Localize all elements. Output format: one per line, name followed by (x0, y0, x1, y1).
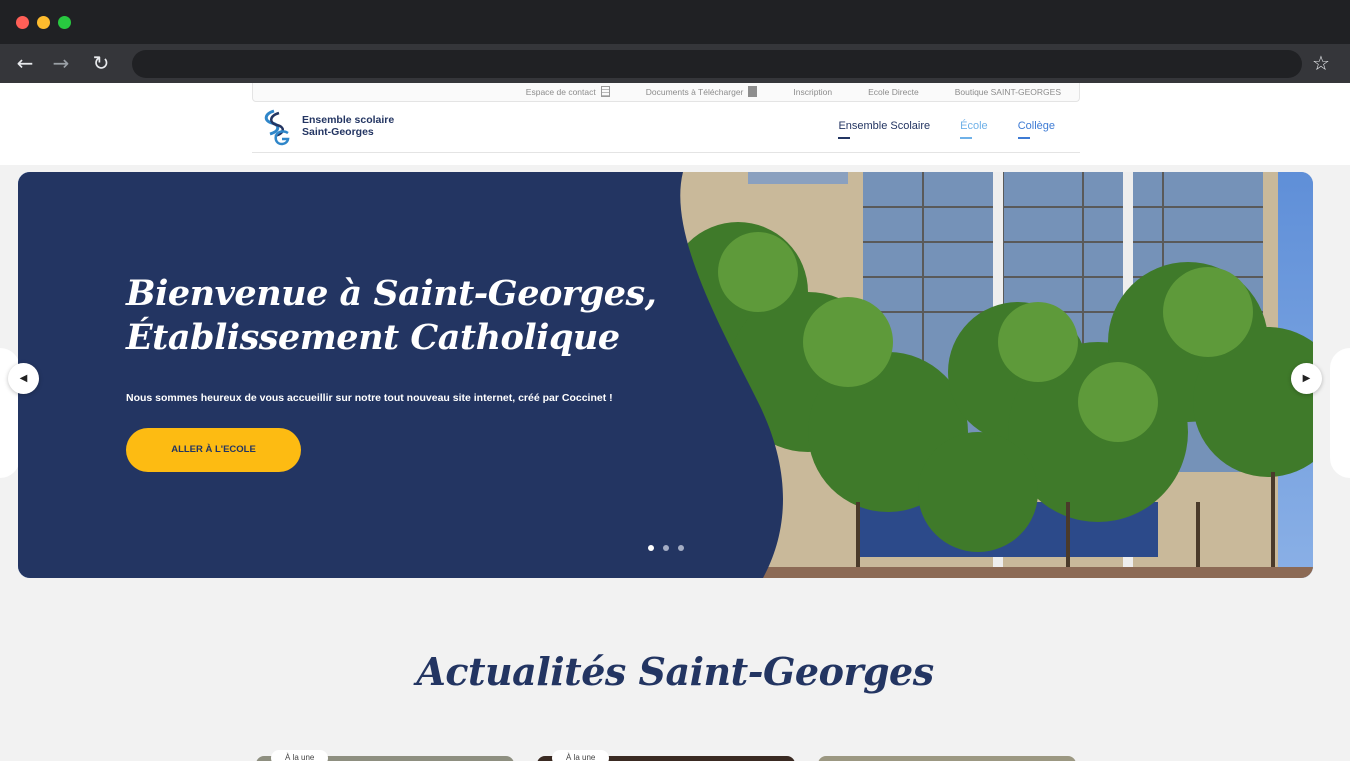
news-card-3[interactable] (818, 756, 1076, 761)
forward-arrow-icon[interactable]: → (50, 52, 72, 74)
news-section-title: Actualités Saint-Georges (416, 649, 934, 694)
nav-item-ensemble-scolaire[interactable]: Ensemble Scolaire (838, 120, 930, 139)
utility-bar: Espace de contact Documents à Télécharge… (252, 83, 1080, 102)
browser-chrome: ← → ↻ ☆ (0, 0, 1350, 83)
address-bar[interactable] (132, 50, 1302, 78)
hero-subtitle: Nous sommes heureux de vous accueillir s… (126, 392, 613, 404)
go-to-school-button[interactable]: ALLER À L'ECOLE (126, 428, 301, 472)
utility-link-inscription[interactable]: Inscription (793, 86, 832, 97)
maximize-window-icon[interactable] (58, 16, 71, 29)
utility-link-ecole-directe[interactable]: Ecole Directe (868, 86, 919, 97)
minimize-window-icon[interactable] (37, 16, 50, 29)
utility-links: Espace de contact Documents à Télécharge… (526, 86, 1061, 97)
main-nav: Ensemble Scolaire École Collège (838, 120, 1055, 139)
bookmark-star-icon[interactable]: ☆ (1312, 52, 1330, 74)
reload-icon[interactable]: ↻ (90, 52, 112, 74)
building-icon (600, 86, 610, 97)
caret-left-icon: ◀ (19, 373, 28, 384)
right-decor-shape (1330, 348, 1350, 478)
caret-right-icon: ▶ (1302, 373, 1311, 384)
utility-link-boutique[interactable]: Boutique SAINT-GEORGES (955, 86, 1061, 97)
download-icon (748, 86, 758, 97)
hero-title: Bienvenue à Saint-Georges, Établissement… (126, 273, 657, 358)
school-logo-icon[interactable] (260, 109, 292, 147)
close-window-icon[interactable] (16, 16, 29, 29)
slide-dot-3[interactable] (678, 545, 684, 551)
slider-pagination (648, 545, 684, 551)
brand-name[interactable]: Ensemble scolaire Saint-Georges (302, 114, 394, 138)
main-navbar: Ensemble scolaire Saint-Georges Ensemble… (252, 103, 1080, 153)
hero-slider: Bienvenue à Saint-Georges, Établissement… (18, 172, 1313, 578)
web-page: Espace de contact Documents à Télécharge… (0, 83, 1350, 761)
site-header: Espace de contact Documents à Télécharge… (0, 83, 1350, 165)
prev-slide-button[interactable]: ◀ (8, 363, 39, 394)
news-badge-2: À la une (552, 750, 610, 761)
nav-item-college[interactable]: Collège (1017, 120, 1055, 139)
slide-dot-2[interactable] (663, 545, 669, 551)
news-badge-1: À la une (271, 750, 329, 761)
nav-item-ecole[interactable]: École (960, 120, 988, 139)
slide-dot-1[interactable] (648, 545, 654, 551)
window-controls (16, 16, 71, 29)
utility-link-documents[interactable]: Documents à Télécharger (646, 86, 758, 97)
utility-link-contact[interactable]: Espace de contact (526, 86, 610, 97)
next-slide-button[interactable]: ▶ (1291, 363, 1322, 394)
hero-content: Bienvenue à Saint-Georges, Établissement… (126, 272, 657, 472)
back-arrow-icon[interactable]: ← (14, 52, 36, 74)
